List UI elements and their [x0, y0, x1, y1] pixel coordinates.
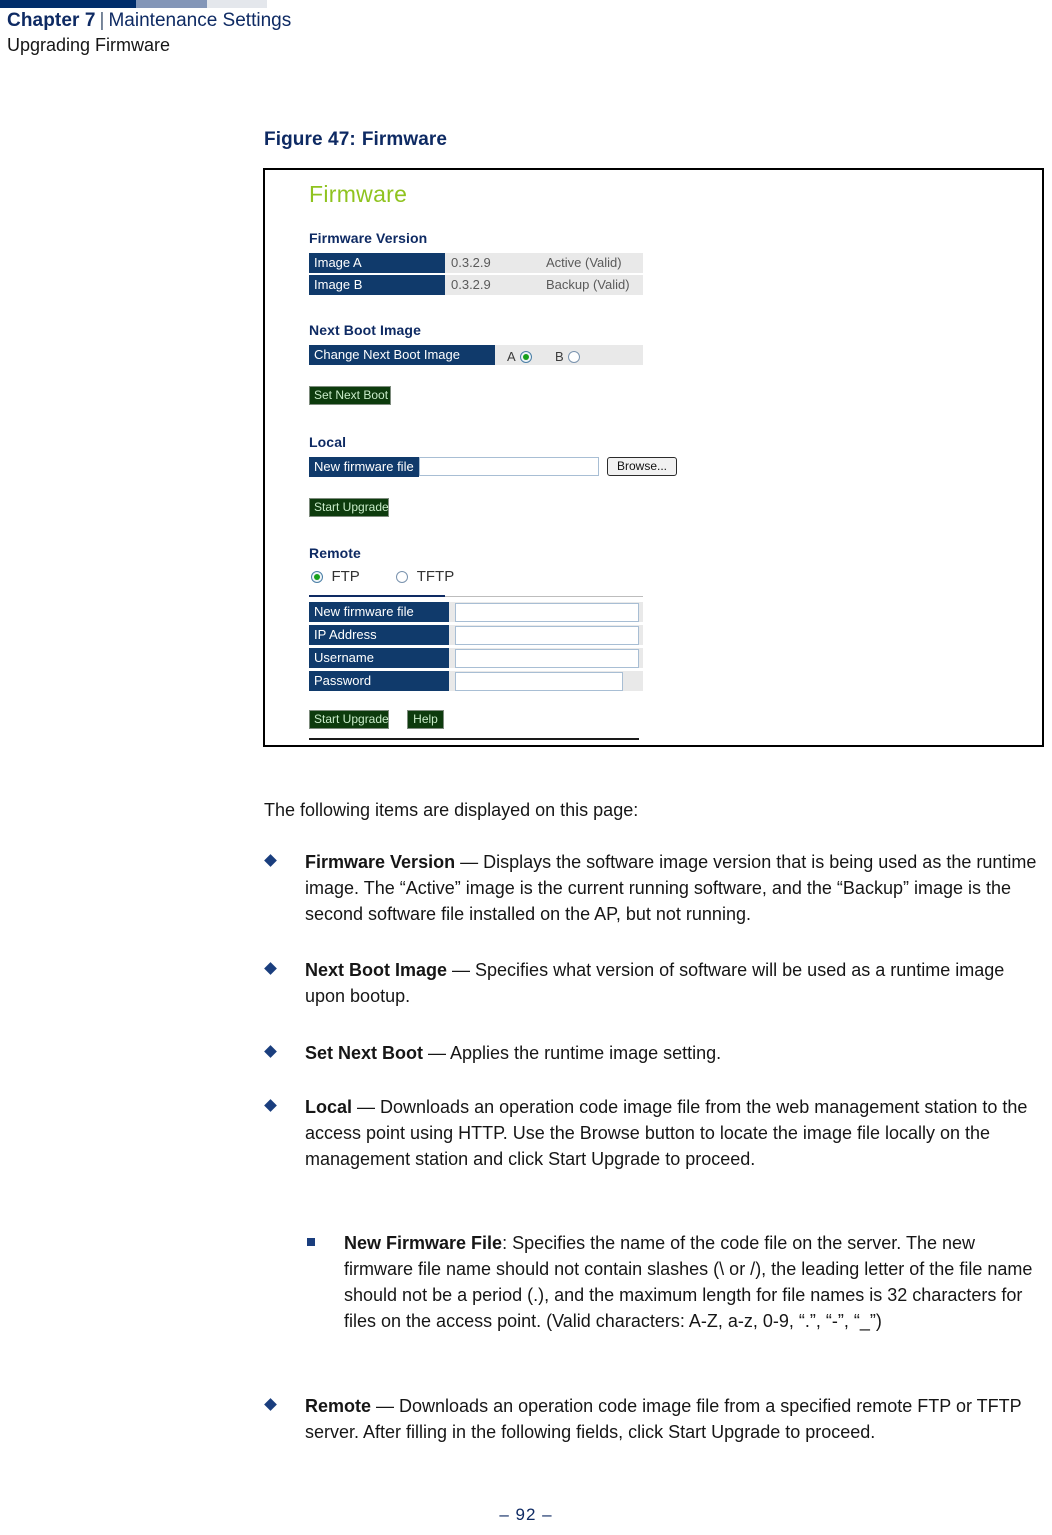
list-item-description: — Downloads an operation code image file… — [305, 1097, 1028, 1169]
image-a-version: 0.3.2.9 — [445, 253, 540, 273]
radio-button-a[interactable] — [520, 351, 533, 363]
breadcrumb-separator: | — [99, 10, 105, 31]
set-next-boot-button[interactable]: Set Next Boot — [309, 386, 391, 405]
radio-option-a[interactable]: A — [507, 348, 533, 366]
remote-username-input[interactable] — [455, 649, 639, 668]
figure-caption-title: Firmware — [361, 129, 448, 150]
figure-caption: Figure 47: Firmware — [264, 129, 447, 151]
protocol-option-ftp-label: FTP — [331, 568, 360, 585]
list-item-term: Next Boot Image — [305, 960, 448, 980]
list-item-firmware-version: Firmware Version — Displays the software… — [264, 849, 1040, 927]
intro-paragraph: The following items are displayed on thi… — [264, 800, 639, 820]
footer-rule — [309, 738, 639, 740]
chapter-section-name: Maintenance Settings — [108, 10, 292, 31]
page-subheading: Upgrading Firmware — [7, 35, 171, 55]
list-item-new-firmware-file: New Firmware File: Specifies the name of… — [305, 1230, 1040, 1334]
radio-option-b-label: B — [555, 349, 564, 364]
section-heading-firmware-version: Firmware Version — [309, 230, 428, 246]
browse-button[interactable]: Browse... — [607, 457, 677, 476]
diamond-bullet-icon — [264, 1045, 277, 1058]
change-next-boot-image-label: Change Next Boot Image — [309, 345, 495, 365]
remote-new-firmware-file-input[interactable] — [455, 603, 639, 622]
protocol-option-tftp[interactable]: TFTP — [396, 568, 454, 585]
radio-button-b[interactable] — [568, 351, 581, 363]
header-color-bar — [0, 0, 1052, 8]
remote-ip-address-label: IP Address — [309, 625, 449, 645]
diamond-bullet-icon — [264, 962, 277, 975]
remote-field-row-username: Username — [309, 648, 643, 668]
protocol-option-tftp-label: TFTP — [416, 568, 455, 585]
radio-button-ftp[interactable] — [311, 571, 323, 583]
header-bar-segment-light — [207, 0, 267, 8]
local-new-firmware-file-input[interactable] — [419, 457, 599, 476]
table-row-image-b: Image B 0.3.2.9 Backup (Valid) — [309, 275, 643, 295]
table-row-image-a: Image A 0.3.2.9 Active (Valid) — [309, 253, 643, 273]
image-a-label: Image A — [309, 253, 445, 273]
page-title: Firmware — [309, 181, 408, 207]
help-button[interactable]: Help — [407, 710, 444, 729]
remote-start-upgrade-button[interactable]: Start Upgrade — [309, 710, 389, 729]
diamond-bullet-icon — [264, 1398, 277, 1411]
list-item-term: Remote — [305, 1396, 372, 1416]
image-b-version: 0.3.2.9 — [445, 275, 540, 295]
protocol-radio-group: FTP TFTP — [311, 568, 454, 586]
radio-cell-background: A B — [495, 345, 643, 365]
image-b-label: Image B — [309, 275, 445, 295]
remote-divider-accent — [309, 595, 445, 597]
image-b-status: Backup (Valid) — [540, 275, 643, 295]
header-bar-segment-navy — [0, 0, 136, 8]
figure-firmware-screenshot: Firmware Firmware Version Image A 0.3.2.… — [263, 168, 1044, 747]
chapter-number: Chapter 7 — [7, 10, 96, 31]
protocol-option-ftp[interactable]: FTP — [311, 568, 364, 585]
local-new-firmware-file-row: New firmware file Browse... — [309, 457, 677, 477]
local-new-firmware-file-label: New firmware file — [309, 457, 419, 477]
list-item-remote: Remote — Downloads an operation code ima… — [264, 1393, 1040, 1445]
remote-password-input[interactable] — [455, 672, 623, 691]
figure-caption-label: Figure 47: — [264, 129, 356, 150]
list-item-set-next-boot: Set Next Boot — Applies the runtime imag… — [264, 1040, 1040, 1066]
list-item-description: — Downloads an operation code image file… — [305, 1396, 1022, 1442]
remote-new-firmware-file-label: New firmware file — [309, 602, 449, 622]
header-bar-segment-mid — [136, 0, 207, 8]
section-heading-remote: Remote — [309, 545, 361, 561]
chapter-breadcrumb: Chapter 7 | Maintenance Settings — [7, 9, 291, 33]
remote-ip-address-input[interactable] — [455, 626, 639, 645]
local-start-upgrade-button[interactable]: Start Upgrade — [309, 498, 389, 517]
diamond-bullet-icon — [264, 854, 277, 867]
list-item-next-boot-image: Next Boot Image — Specifies what version… — [264, 957, 1040, 1009]
radio-option-a-label: A — [507, 349, 516, 364]
list-item-term: Firmware Version — [305, 852, 456, 872]
remote-password-label: Password — [309, 671, 449, 691]
radio-button-tftp[interactable] — [396, 571, 409, 583]
firmware-admin-page: Firmware Firmware Version Image A 0.3.2.… — [265, 170, 1042, 745]
list-item-term: Local — [305, 1097, 353, 1117]
list-item-local: Local — Downloads an operation code imag… — [264, 1094, 1040, 1172]
remote-username-label: Username — [309, 648, 449, 668]
radio-option-b[interactable]: B — [555, 348, 581, 366]
section-heading-next-boot-image: Next Boot Image — [309, 322, 421, 338]
sub-list-item-term: New Firmware File — [344, 1233, 503, 1253]
list-item-term: Set Next Boot — [305, 1043, 424, 1063]
square-bullet-icon — [307, 1238, 315, 1246]
image-a-status: Active (Valid) — [540, 253, 643, 273]
remote-field-row-password: Password — [309, 671, 643, 691]
page-number: – 92 – — [499, 1505, 553, 1524]
remote-field-row-ip-address: IP Address — [309, 625, 643, 645]
remote-field-row-new-firmware-file: New firmware file — [309, 602, 643, 622]
diamond-bullet-icon — [264, 1099, 277, 1112]
remote-divider-grey — [445, 596, 643, 597]
section-heading-local: Local — [309, 434, 347, 450]
table-row-change-next-boot-image: Change Next Boot Image A B — [309, 345, 643, 365]
list-item-description: — Applies the runtime image setting. — [423, 1043, 722, 1063]
